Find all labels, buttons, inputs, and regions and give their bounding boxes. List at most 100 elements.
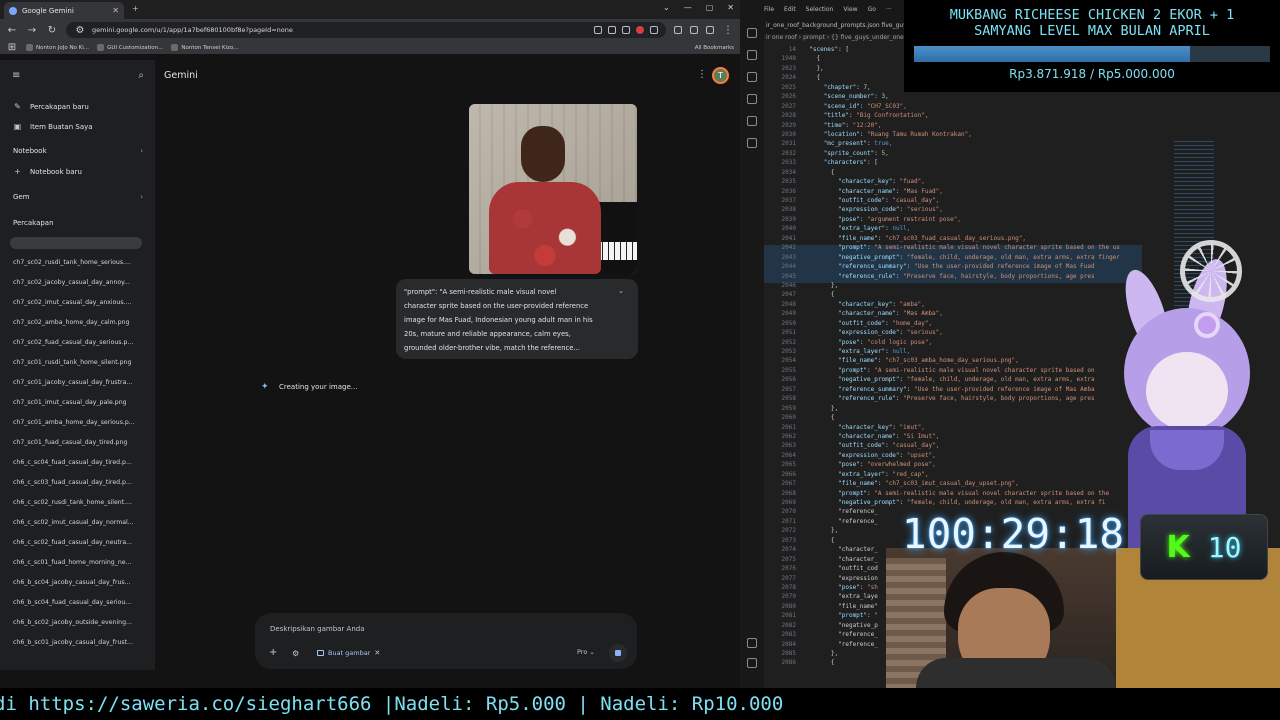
code-line[interactable]: "time": "12:20", — [802, 121, 1152, 130]
account-icon[interactable] — [747, 638, 757, 648]
share-icon[interactable] — [622, 26, 630, 34]
app-title[interactable]: Gemini — [164, 70, 198, 81]
forward-icon[interactable]: → — [26, 25, 38, 36]
search-icon[interactable]: ⌕ — [138, 70, 144, 81]
menu-item[interactable]: Edit — [784, 6, 796, 13]
sidebar-chat-item[interactable]: ch6_c_sc01_fuad_home_morning_ne... — [13, 559, 143, 579]
bookmark-item[interactable]: GUI Customization... — [97, 44, 163, 51]
hamburger-menu-icon[interactable]: ≡ — [12, 70, 20, 81]
code-line[interactable]: "character_name": "Mas Amba", — [802, 309, 1152, 318]
extensions-icon[interactable] — [747, 116, 757, 126]
code-line[interactable]: "extra_layer": "red_cap", — [802, 470, 1152, 479]
menu-item[interactable]: Selection — [806, 6, 834, 13]
code-line[interactable]: "reference_summary": "Use the user-provi… — [802, 262, 1152, 271]
sidebar-chat-item[interactable]: ch6_c_sc02_rusdi_tank_home_silent.... — [13, 499, 143, 519]
code-line[interactable]: { — [802, 168, 1152, 177]
sidebar-chat-item[interactable]: ch6_c_sc02_fuad_casual_day_neutra... — [13, 539, 143, 559]
sidebar-chat-item[interactable]: ch7_sc01_jacoby_casual_day_frustra... — [13, 379, 143, 399]
sidebar-chat-item[interactable]: ch7_sc01_imut_casual_day_pale.png — [13, 399, 143, 419]
tools-icon[interactable]: ⚙ — [292, 649, 299, 658]
code-line[interactable]: "character_name": "Si Imut", — [802, 432, 1152, 441]
code-line[interactable]: "character_name": "Mas Fuad", — [802, 187, 1152, 196]
sidebar-chat-item[interactable]: ch6_c_sc03_fuad_casual_day_tired.p... — [13, 479, 143, 499]
chevron-down-icon[interactable]: ⌄ — [663, 3, 670, 12]
back-icon[interactable]: ← — [6, 25, 18, 36]
code-line[interactable]: "reference_summary": "Use the user-provi… — [802, 385, 1152, 394]
sidebar-chat-item[interactable]: ch6_c_sc02_imut_casual_day_normal... — [13, 519, 143, 539]
more-options-icon[interactable]: ⋮ — [697, 69, 707, 80]
extension-icon-2[interactable] — [650, 26, 658, 34]
code-line[interactable]: "outfit_code": "casual_day", — [802, 441, 1152, 450]
code-line[interactable]: "characters": [ — [802, 158, 1152, 167]
stop-button[interactable] — [609, 644, 627, 662]
sidebar-item-new-chat[interactable]: ✎ Percakapan baru — [13, 102, 89, 111]
sidebar-section-notebook[interactable]: Notebook › — [13, 147, 143, 155]
prompt-input-box[interactable]: Deskripsikan gambar Anda + ⚙ Buat gambar… — [255, 613, 637, 669]
avatar[interactable]: T — [712, 67, 729, 84]
menu-kebab-icon[interactable]: ⋮ — [722, 25, 734, 36]
uploaded-reference-image[interactable] — [469, 104, 637, 274]
code-line[interactable]: "pose": "overwhelmed pose", — [802, 460, 1152, 469]
add-attachment-icon[interactable]: + — [269, 647, 277, 658]
sidebar-chat-item[interactable]: ch6_b_sc01_jacoby_casual_day_frust... — [13, 639, 143, 659]
apps-grid-icon[interactable]: ⊞ — [6, 42, 18, 53]
code-line[interactable]: "file_name": "ch7_sc03_amba_home_day_ser… — [802, 356, 1152, 365]
site-info-icon[interactable]: ⚙ — [74, 25, 86, 36]
menu-item[interactable]: ··· — [886, 6, 892, 13]
bookmark-item[interactable]: Nonton Tensei Kizo... — [171, 44, 238, 51]
code-line[interactable]: "title": "Big Confrontation", — [802, 111, 1152, 120]
code-line[interactable]: "character_key": "imut", — [802, 423, 1152, 432]
menu-item[interactable]: View — [843, 6, 857, 13]
code-line[interactable]: { — [802, 290, 1152, 299]
code-line[interactable]: "pose": "argument restraint pose", — [802, 215, 1152, 224]
extension-icon[interactable] — [636, 26, 644, 34]
code-line[interactable]: "reference_rule": "Preserve face, hairst… — [802, 272, 1152, 281]
download-icon[interactable] — [690, 26, 698, 34]
translate-icon[interactable] — [594, 26, 602, 34]
star-icon[interactable] — [608, 26, 616, 34]
explorer-icon[interactable] — [747, 28, 757, 38]
code-line[interactable]: "prompt": "A semi-realistic male visual … — [802, 489, 1152, 498]
new-tab-icon[interactable]: + — [132, 4, 139, 13]
sidebar-chat-item[interactable]: ch6_b_sc02_jacoby_outside_evening... — [13, 619, 143, 639]
sidebar-item-new-notebook[interactable]: + Notebook baru — [13, 167, 82, 176]
code-line[interactable]: "negative_prompt": "female, child, under… — [802, 498, 1152, 507]
code-line[interactable]: "location": "Ruang Tamu Rumah Kontrakan"… — [802, 130, 1152, 139]
code-line[interactable]: "expression_code": "serious", — [802, 328, 1152, 337]
sidebar-section-gem[interactable]: Gem › — [13, 193, 143, 201]
sidebar-item-my-stuff[interactable]: ▣ Item Buatan Saya — [13, 122, 93, 131]
url-field[interactable]: ⚙ gemini.google.com/u/1/app/1a7bef680100… — [66, 22, 666, 38]
code-line[interactable]: "scene_id": "CH7_SC03", — [802, 102, 1152, 111]
model-selector[interactable]: Pro ⌄ — [577, 648, 595, 656]
code-line[interactable]: "expression_code": "upset", — [802, 451, 1152, 460]
code-line[interactable]: "file_name": "ch7_sc03_fuad_casual_day_s… — [802, 234, 1152, 243]
code-line[interactable]: "prompt": "A semi-realistic male visual … — [802, 243, 1152, 252]
code-line[interactable]: { — [802, 413, 1152, 422]
menu-item[interactable]: Go — [868, 6, 876, 13]
bookmark-item[interactable]: Nonton JoJo No Ki... — [26, 44, 89, 51]
sidebar-chat-item[interactable]: ch6_b_sc04_jacoby_casual_day_frus... — [13, 579, 143, 599]
tab-gemini[interactable]: Google Gemini ✕ — [4, 2, 124, 19]
expand-chevron-icon[interactable]: ⌄ — [618, 287, 624, 295]
reload-icon[interactable]: ↻ — [46, 25, 58, 36]
sidebar-chat-item[interactable]: ch7_sc02_imut_casual_day_anxious.... — [13, 299, 143, 319]
code-line[interactable]: "extra_layer": null, — [802, 224, 1152, 233]
sidebar-chat-item[interactable]: ch7_sc01_amba_home_day_serious.p... — [13, 419, 143, 439]
menu-item[interactable]: File — [764, 6, 774, 13]
code-line[interactable]: "reference_rule": "Preserve face, hairst… — [802, 394, 1152, 403]
source-control-icon[interactable] — [747, 72, 757, 82]
code-line[interactable]: "mc_present": true, — [802, 139, 1152, 148]
code-line[interactable]: "prompt": "A semi-realistic male visual … — [802, 366, 1152, 375]
code-line[interactable]: "extra_layer": null, — [802, 347, 1152, 356]
sidebar-chat-item[interactable]: ch6_c_sc04_fuad_casual_day_tired.p... — [13, 459, 143, 479]
sidebar-chat-item[interactable]: ch7_sc02_rusdi_tank_home_serious.... — [13, 259, 143, 279]
code-line[interactable]: "file_name": "ch7_sc03_imut_casual_day_u… — [802, 479, 1152, 488]
code-line[interactable]: "expression_code": "serious", — [802, 205, 1152, 214]
code-line[interactable]: "character_key": "amba", — [802, 300, 1152, 309]
sidebar-chat-item[interactable]: ch7_sc02_amba_home_day_calm.png — [13, 319, 143, 339]
create-image-chip[interactable]: Buat gambar ✕ — [313, 646, 384, 660]
manage-gear-icon[interactable] — [747, 658, 757, 668]
code-line[interactable]: "outfit_code": "casual_day", — [802, 196, 1152, 205]
code-line[interactable]: }, — [802, 404, 1152, 413]
run-debug-icon[interactable] — [747, 94, 757, 104]
